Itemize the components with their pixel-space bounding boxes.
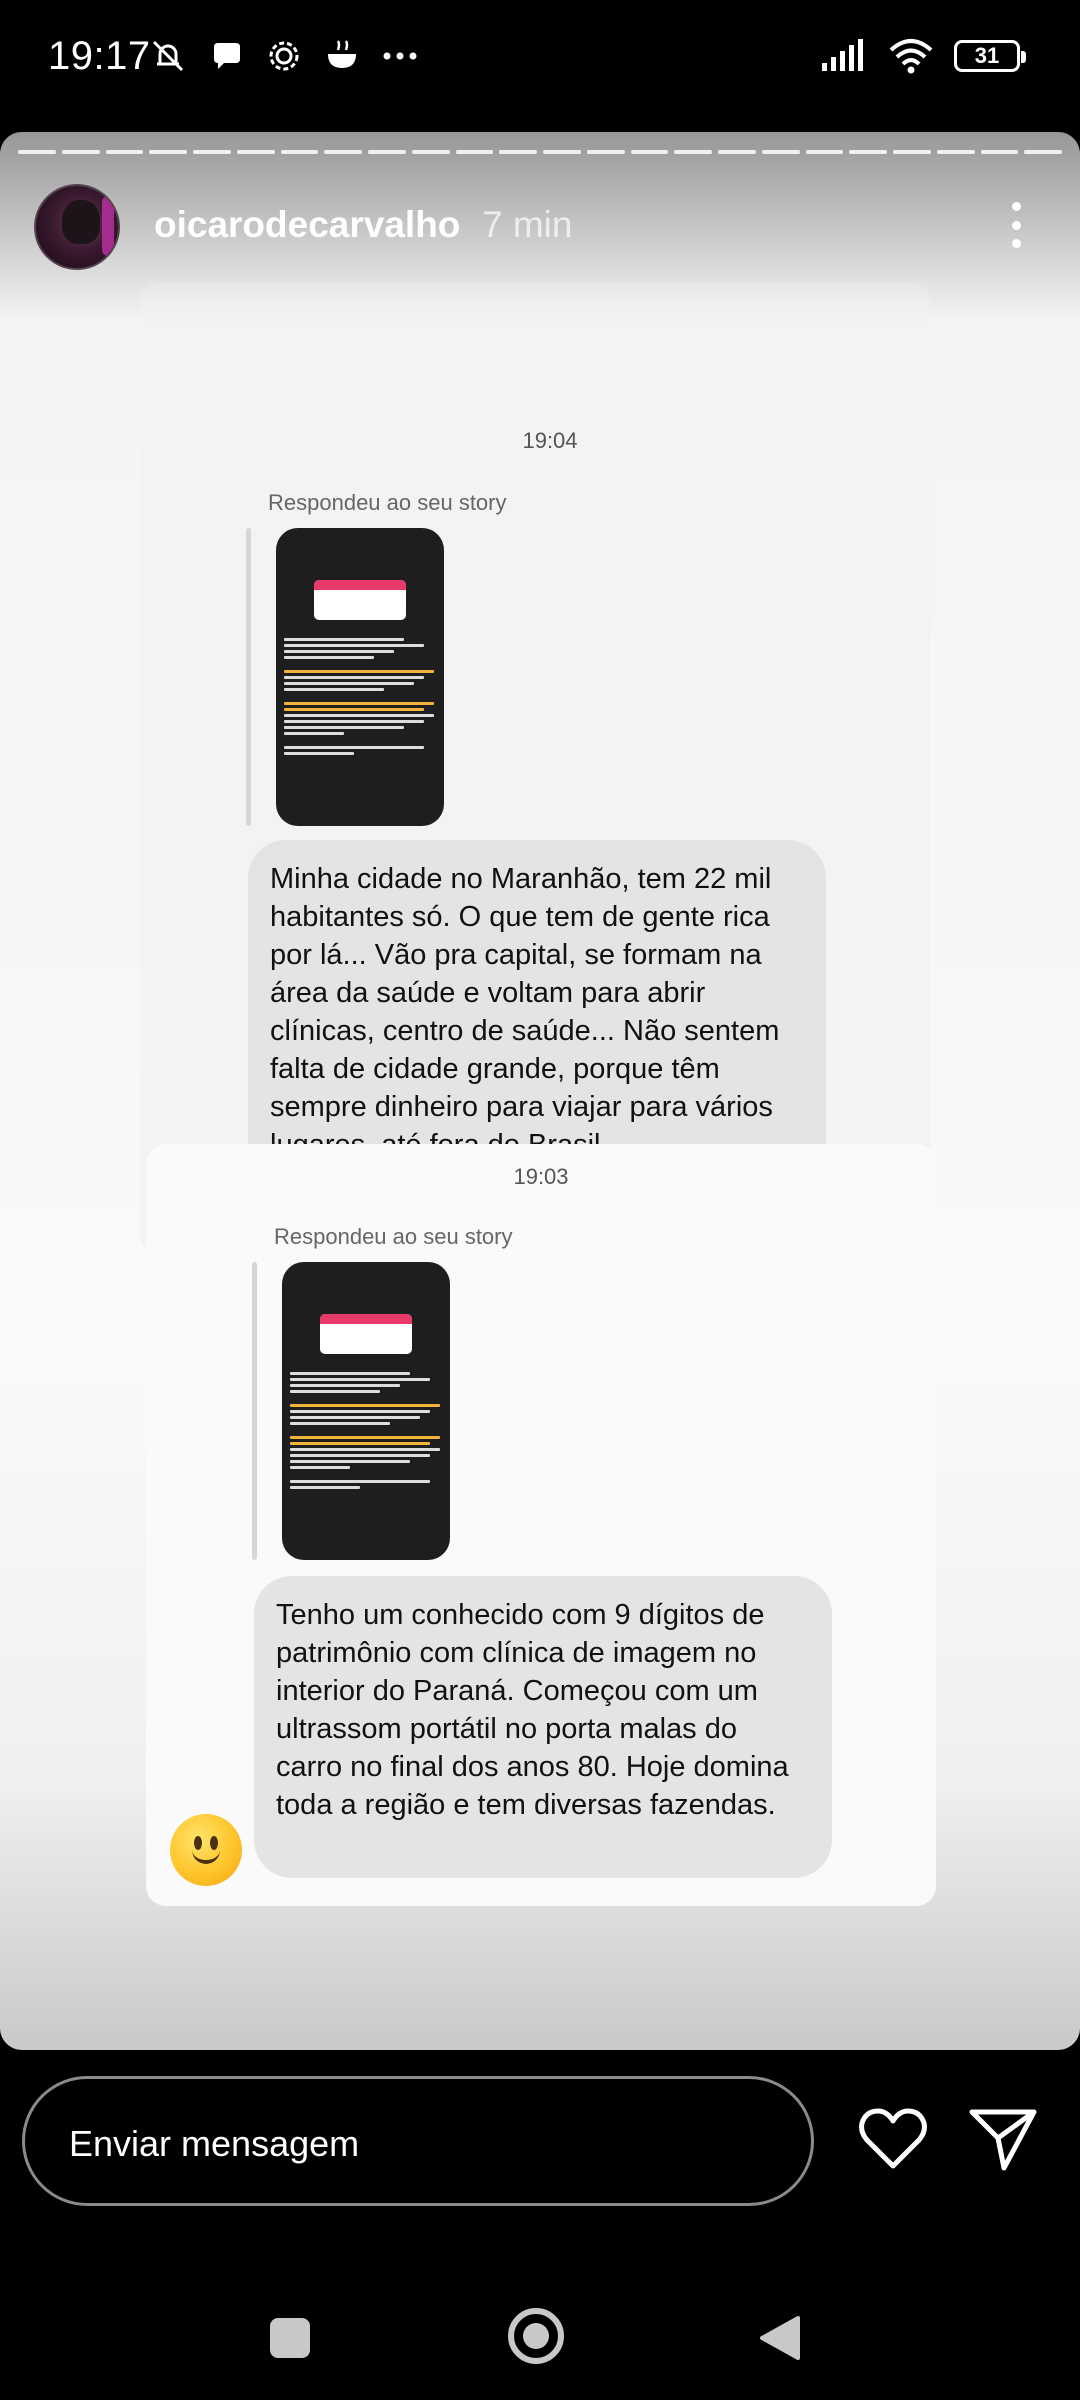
thumbnail-text-line bbox=[284, 726, 404, 729]
message-time: 19:03 bbox=[513, 1164, 569, 1189]
back-button[interactable] bbox=[758, 2314, 802, 2362]
story-viewer[interactable]: oicarodecarvalho 7 min 19:04 Respondeu a… bbox=[0, 132, 1080, 2050]
thumbnail-text-line bbox=[290, 1410, 430, 1413]
thumbnail-text-line bbox=[290, 1404, 440, 1407]
home-button[interactable] bbox=[508, 2308, 564, 2364]
progress-segment bbox=[980, 150, 1019, 154]
thumbnail-text-line bbox=[284, 656, 374, 659]
thumbnail-text-line bbox=[290, 1460, 410, 1463]
story-thumbnail bbox=[282, 1262, 450, 1560]
question-sticker bbox=[314, 580, 406, 620]
cooking-icon bbox=[328, 40, 356, 68]
progress-segment bbox=[630, 150, 669, 154]
message-input-placeholder: Enviar mensagem bbox=[69, 2123, 360, 2164]
story-username[interactable]: oicarodecarvalho bbox=[154, 204, 460, 246]
story-progress-bar bbox=[18, 150, 1062, 154]
thumbnail-text-line bbox=[284, 676, 424, 679]
thumbnail-text-line bbox=[290, 1378, 430, 1381]
progress-segment bbox=[193, 150, 231, 154]
thumbnail-text-line bbox=[284, 752, 354, 755]
thumbnail-text-line bbox=[290, 1442, 430, 1445]
progress-segment bbox=[236, 150, 275, 154]
notification-icons bbox=[148, 34, 418, 78]
progress-segment bbox=[893, 150, 931, 154]
thumbnail-text-line bbox=[284, 720, 424, 723]
thumbnail-text-line bbox=[290, 1466, 350, 1469]
smile-emoji-icon bbox=[170, 1814, 242, 1886]
message-input[interactable]: Enviar mensagem bbox=[22, 2076, 814, 2206]
progress-segment bbox=[149, 150, 187, 154]
more-options-icon[interactable] bbox=[1008, 202, 1024, 248]
mute-icon bbox=[152, 40, 184, 72]
battery-icon: 31 bbox=[954, 40, 1026, 72]
reply-bar bbox=[252, 1262, 257, 1560]
progress-segment bbox=[1024, 150, 1062, 154]
chat-icon bbox=[214, 43, 240, 69]
progress-segment bbox=[411, 150, 450, 154]
progress-segment bbox=[718, 150, 756, 154]
story-time-ago: 7 min bbox=[482, 204, 573, 245]
battery-level: 31 bbox=[974, 43, 1000, 68]
message-bubble: Tenho um conhecido com 9 dígitos de patr… bbox=[254, 1576, 832, 1878]
navigation-bar bbox=[0, 2260, 1080, 2400]
more-icon bbox=[383, 52, 417, 60]
reply-bar bbox=[246, 528, 251, 826]
recent-apps-button[interactable] bbox=[270, 2318, 310, 2358]
thumbnail-text-line bbox=[290, 1422, 390, 1425]
thumbnail-text-line bbox=[284, 732, 344, 735]
progress-segment bbox=[61, 150, 100, 154]
thumbnail-text-line bbox=[284, 682, 414, 685]
progress-segment bbox=[280, 150, 319, 154]
progress-segment bbox=[849, 150, 887, 154]
heart-icon[interactable] bbox=[858, 2106, 928, 2172]
thumbnail-text-line bbox=[290, 1454, 430, 1457]
story-thumbnail bbox=[276, 528, 444, 826]
progress-segment bbox=[455, 150, 494, 154]
thumbnail-text-line bbox=[284, 688, 384, 691]
progress-segment bbox=[324, 150, 362, 154]
replied-label: Respondeu ao seu story bbox=[274, 1224, 513, 1249]
progress-segment bbox=[18, 150, 56, 154]
avatar[interactable] bbox=[34, 184, 120, 270]
thumbnail-text-line bbox=[290, 1448, 440, 1451]
progress-segment bbox=[105, 150, 144, 154]
status-time: 19:17 bbox=[48, 34, 151, 78]
thumbnail-text-line bbox=[290, 1480, 430, 1483]
thumbnail-text-line bbox=[290, 1416, 420, 1419]
replied-label: Respondeu ao seu story bbox=[268, 490, 507, 515]
avatar-glow bbox=[102, 196, 114, 256]
progress-segment bbox=[936, 150, 975, 154]
avatar-head bbox=[62, 200, 100, 244]
progress-segment bbox=[805, 150, 844, 154]
progress-segment bbox=[543, 150, 581, 154]
thumbnail-text-line bbox=[284, 746, 424, 749]
thumbnail-text-line bbox=[290, 1372, 410, 1375]
thumbnail-text-line bbox=[290, 1390, 380, 1393]
progress-segment bbox=[674, 150, 712, 154]
settings-icon bbox=[269, 41, 299, 71]
progress-segment bbox=[586, 150, 625, 154]
message-time: 19:04 bbox=[522, 428, 578, 453]
progress-segment bbox=[368, 150, 406, 154]
thumbnail-text-line bbox=[290, 1384, 400, 1387]
progress-segment bbox=[499, 150, 537, 154]
wifi-icon bbox=[889, 39, 933, 74]
thumbnail-text-line bbox=[290, 1436, 440, 1439]
status-bar: 19:17 31 bbox=[0, 0, 1080, 120]
question-sticker bbox=[320, 1314, 412, 1354]
dm-screenshot-card: 19:03 Respondeu ao seu story Tenho um co… bbox=[146, 1144, 936, 1906]
thumbnail-text-line bbox=[284, 708, 424, 711]
send-icon[interactable] bbox=[968, 2104, 1038, 2174]
thumbnail-text-line bbox=[284, 670, 434, 673]
system-icons: 31 bbox=[820, 34, 1026, 78]
thumbnail-text-line bbox=[284, 650, 394, 653]
dm-screenshot-card: 19:04 Respondeu ao seu story Minha cidad… bbox=[140, 282, 930, 1254]
thumbnail-text-line bbox=[290, 1486, 360, 1489]
thumbnail-text-line bbox=[284, 644, 424, 647]
progress-segment bbox=[761, 150, 800, 154]
thumbnail-text-line bbox=[284, 714, 434, 717]
signal-icon bbox=[822, 39, 863, 71]
thumbnail-text-line bbox=[284, 638, 404, 641]
thumbnail-text-line bbox=[284, 702, 434, 705]
